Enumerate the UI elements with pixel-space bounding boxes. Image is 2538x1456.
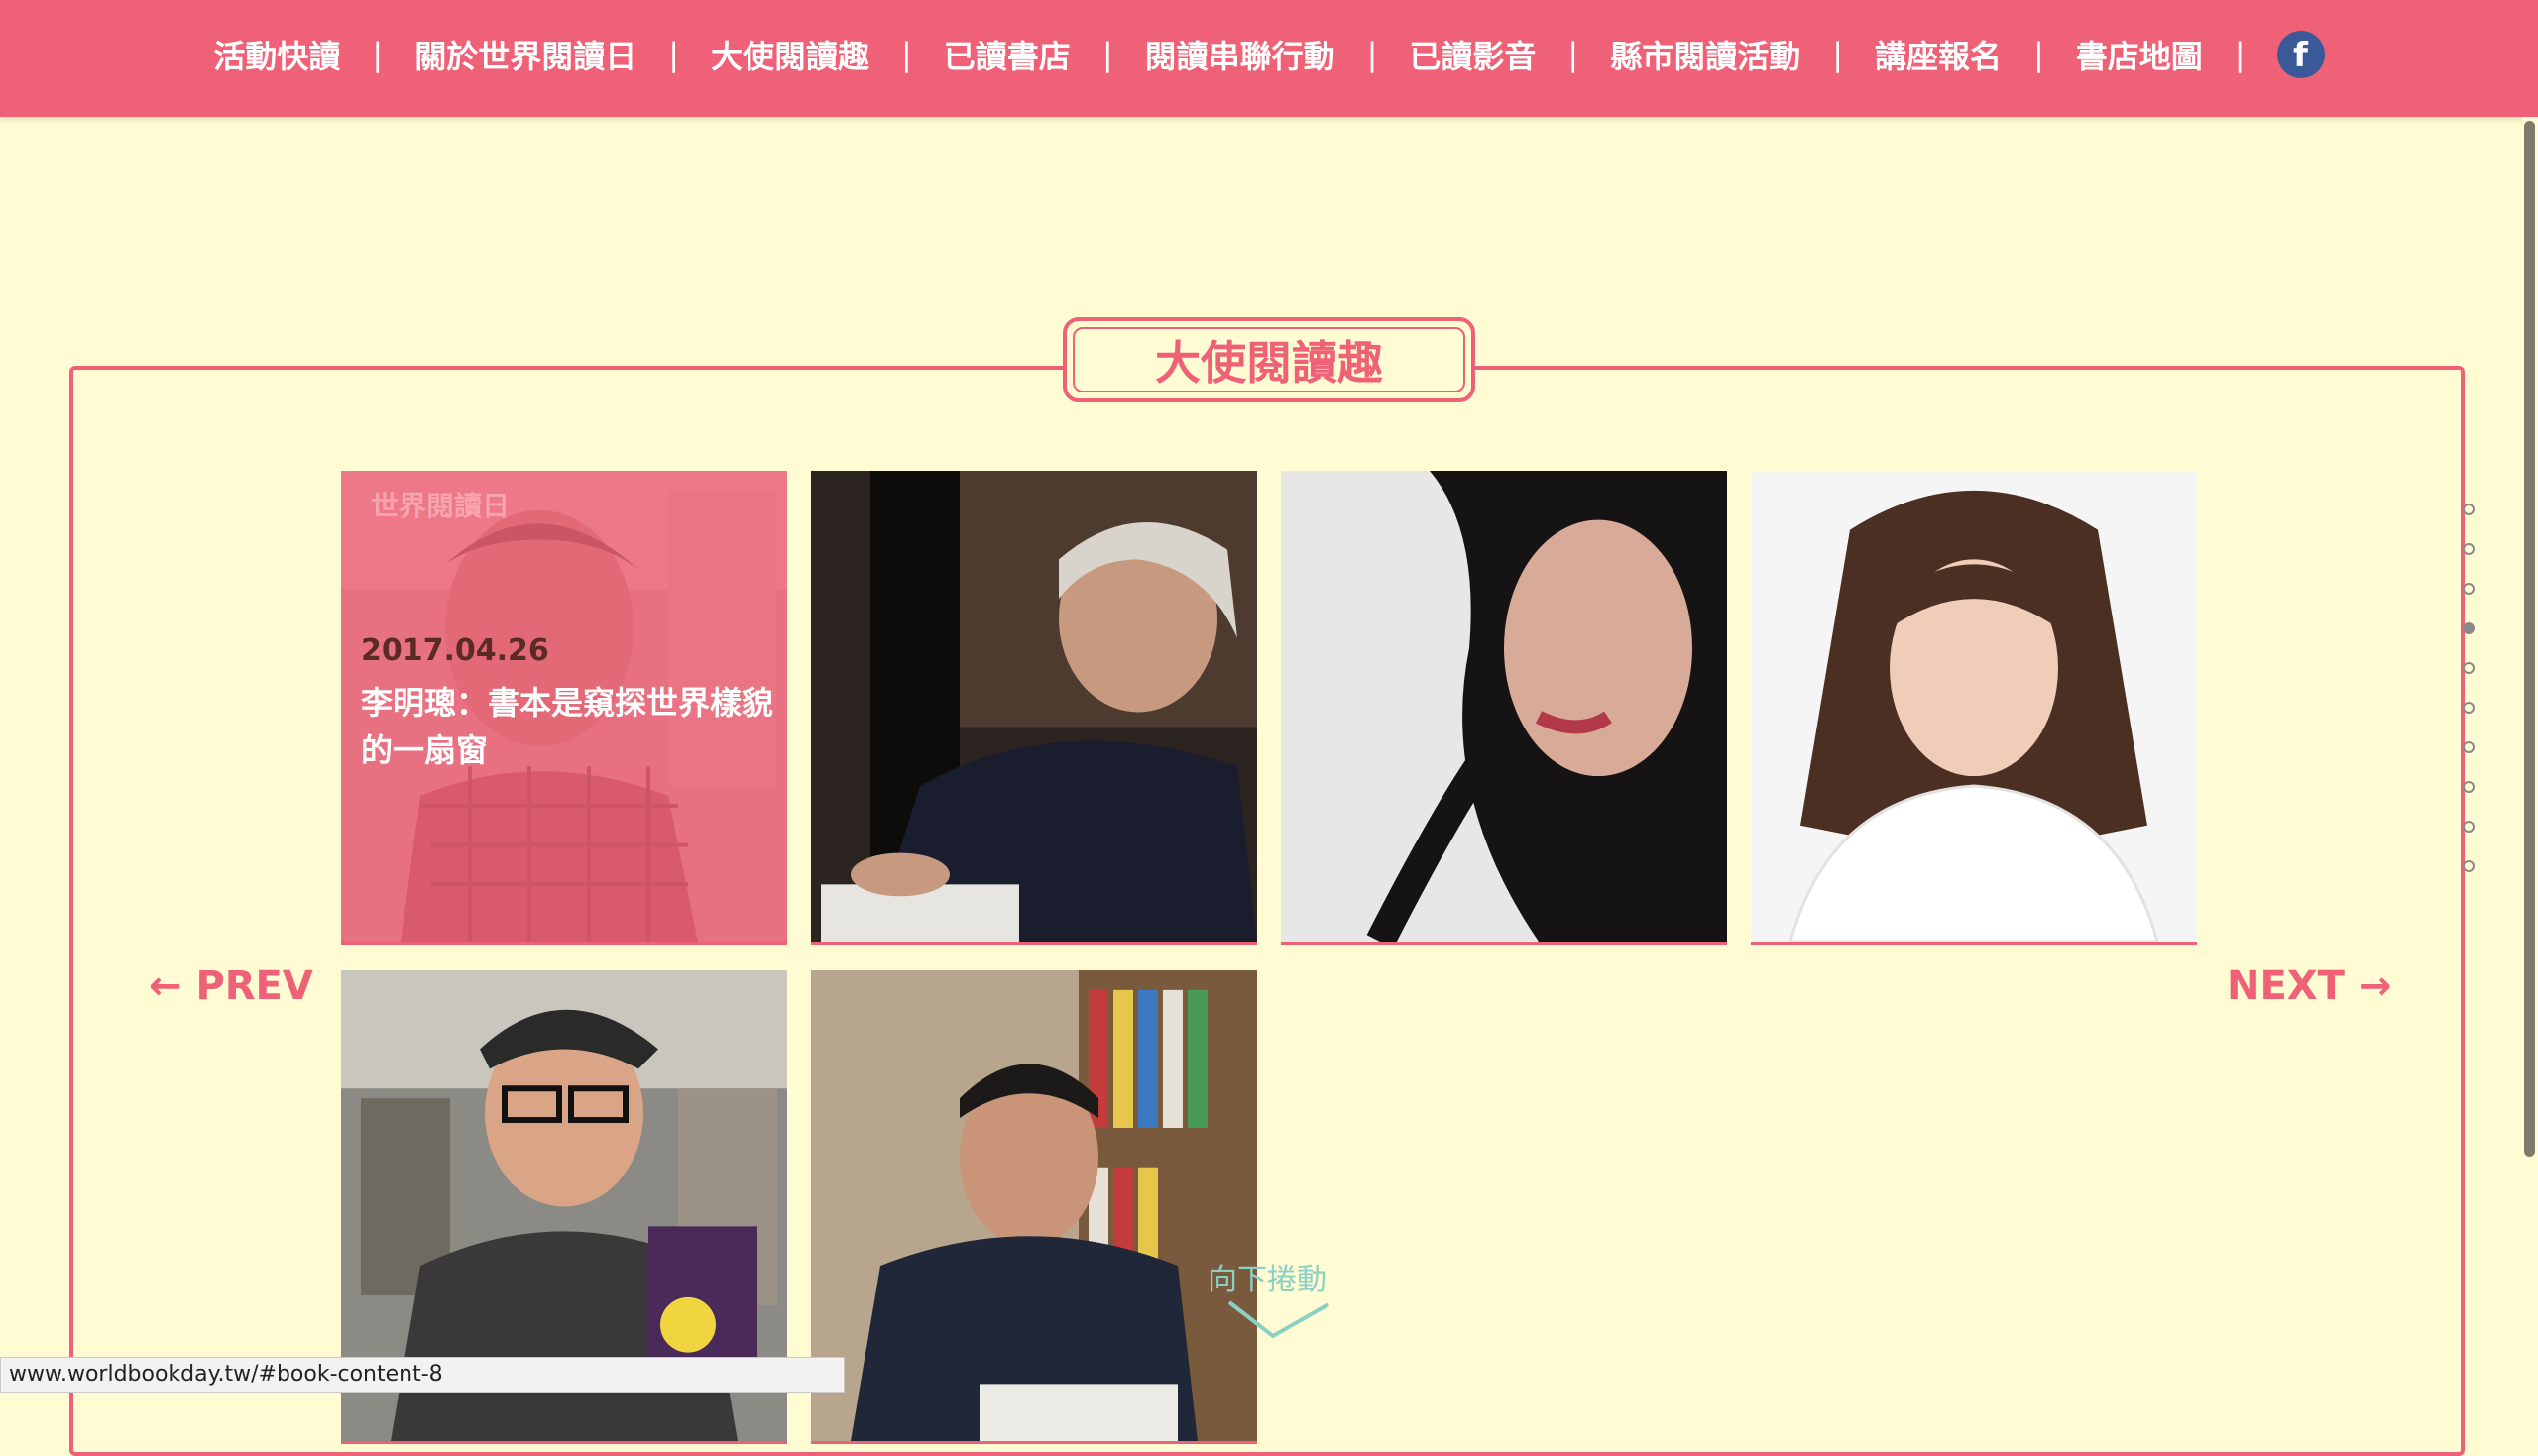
nav-item-ambassadors[interactable]: 大使閱讀趣 [711,32,869,77]
nav-item-lecture-signup[interactable]: 講座報名 [1875,32,2002,77]
nav-separator: | [372,36,384,73]
card-title[interactable]: 李明璁：書本是窺探世界樣貌的一扇窗 [361,679,777,774]
facebook-icon[interactable]: f [2276,31,2325,78]
nav-item-reading-action[interactable]: 閱讀串聯行動 [1145,32,1335,77]
nav-separator: | [2234,36,2246,73]
ambassador-card[interactable]: 世界閱讀日 2017.04.26 李明璁：書本是窺探世界樣貌的一扇窗 [341,471,787,945]
ambassador-photo [1751,471,2197,942]
nav-item-videos[interactable]: 已讀影音 [1409,32,1536,77]
section-title-box: 大使閱讀趣 [1063,317,1475,402]
prev-button[interactable]: ← PREV [149,963,313,1009]
next-button[interactable]: NEXT → [2227,963,2391,1009]
ambassador-photo [811,970,1257,1441]
scrollbar-thumb[interactable] [2524,121,2535,1157]
page-dot-active[interactable] [2463,622,2475,634]
nav-item-bookstores[interactable]: 已讀書店 [944,32,1071,77]
ambassador-photo [811,471,1257,942]
nav-item-bookstore-map[interactable]: 書店地圖 [2076,32,2203,77]
nav-separator: | [2033,36,2044,73]
card-watermark-logo: 世界閱讀日 [371,490,511,522]
ambassador-card[interactable] [1281,471,1727,945]
nav-item-news[interactable]: 活動快讀 [213,32,340,77]
status-bar-url: www.worldbookday.tw/#book-content-8 [0,1357,845,1393]
ambassador-card[interactable] [811,471,1257,945]
page-dot[interactable] [2463,781,2475,793]
nav-item-about[interactable]: 關於世界閱讀日 [414,32,636,77]
ambassador-card[interactable] [1751,471,2197,945]
chevron-down-icon[interactable] [1225,1290,1334,1350]
page-dot[interactable] [2463,543,2475,555]
nav-separator: | [668,36,679,73]
page-dot[interactable] [2463,662,2475,674]
ambassador-photo [1281,471,1727,942]
ambassador-card[interactable] [811,970,1257,1444]
page-dot[interactable] [2463,860,2475,872]
top-navigation-bar: 活動快讀 | 關於世界閱讀日 | 大使閱讀趣 | 已讀書店 | 閱讀串聯行動 |… [0,0,2538,117]
side-page-nav [2463,504,2475,900]
nav-separator: | [901,36,912,73]
nav-separator: | [1101,36,1113,73]
page-dot[interactable] [2463,583,2475,595]
page-dot[interactable] [2463,821,2475,833]
nav-separator: | [1567,36,1579,73]
card-date: 2017.04.26 [361,633,549,668]
nav-separator: | [1832,36,1843,73]
page-dot[interactable] [2463,504,2475,515]
section-title: 大使閱讀趣 [1155,336,1383,390]
main-nav: 活動快讀 | 關於世界閱讀日 | 大使閱讀趣 | 已讀書店 | 閱讀串聯行動 |… [0,0,2538,109]
page-dot[interactable] [2463,702,2475,714]
nav-separator: | [1366,36,1378,73]
nav-item-city-events[interactable]: 縣市閱讀活動 [1610,32,1800,77]
page-dot[interactable] [2463,741,2475,753]
